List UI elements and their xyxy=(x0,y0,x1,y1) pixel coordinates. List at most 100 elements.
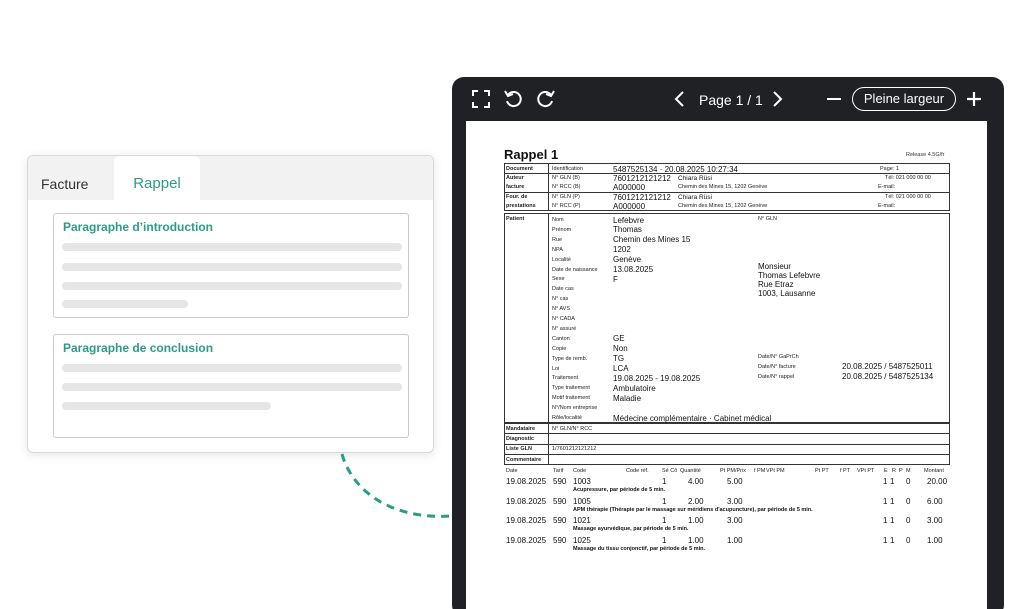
full-width-button[interactable]: Pleine largeur xyxy=(852,87,956,111)
header-label: prestations xyxy=(506,203,536,209)
patient-field-label: NPA xyxy=(552,246,563,253)
zoom-in-icon[interactable] xyxy=(964,89,984,109)
previous-page-icon[interactable] xyxy=(670,89,690,109)
zoom-out-icon[interactable] xyxy=(824,89,844,109)
patient-field-label: Rue xyxy=(552,236,563,243)
placeholder-line xyxy=(62,243,402,251)
patient-field-label: Rôle/localité xyxy=(552,415,582,421)
service-price: 3.00 xyxy=(727,496,743,506)
service-amount: 1.00 xyxy=(927,535,943,545)
service-tarif: 590 xyxy=(553,516,567,525)
patient-field-label: Date cas xyxy=(552,286,574,293)
patient-field-label: N° AVS xyxy=(552,306,570,313)
service-description: APM thérapie (Thérapie par le massage su… xyxy=(573,506,813,513)
service-code: 1003 xyxy=(573,477,591,486)
header-right: E-mail: xyxy=(878,184,896,190)
service-date: 19.08.2025 xyxy=(506,535,547,545)
invoice-editor-card: Facture Rappel Paragraphe d’introduction… xyxy=(27,155,434,453)
service-code: 1005 xyxy=(573,496,591,506)
patient-field-value: GE xyxy=(613,334,625,344)
rotate-left-icon[interactable] xyxy=(503,89,523,109)
service-qty: 4.00 xyxy=(688,477,704,486)
service-se: 1 xyxy=(662,496,667,506)
address-line: Monsieur xyxy=(758,262,791,271)
next-page-icon[interactable] xyxy=(767,89,787,109)
header-field-value: A000000 xyxy=(613,202,646,211)
right-field-value: 20.08.2025 / 5487525011 xyxy=(842,362,933,371)
patient-field-label: Traitement xyxy=(552,375,579,382)
service-qty: 1.00 xyxy=(688,516,704,525)
gln-list-value: 1/7601212121212 xyxy=(552,446,597,452)
service-amount: 3.00 xyxy=(927,516,943,525)
service-code: 1025 xyxy=(573,535,591,545)
tab-rappel[interactable]: Rappel xyxy=(114,156,200,202)
right-field-label: Date/N° rappel xyxy=(758,374,795,380)
dashed-connector xyxy=(340,453,453,518)
diagnostic-label: Diagnostic xyxy=(506,436,535,442)
patient-field-value: Genève xyxy=(613,255,642,265)
header-address: Chemin des Mines 15, 1202 Genève xyxy=(678,184,768,190)
patient-field-value: Chemin des Mines 15 xyxy=(613,235,691,245)
header-right: Page: 1 xyxy=(880,166,899,172)
service-description: Massage ayurvédique, par période de 5 mi… xyxy=(573,526,689,532)
column-header: Pt PT xyxy=(815,468,829,474)
header-label: Auteur xyxy=(506,175,524,181)
tab-facture[interactable]: Facture xyxy=(41,156,88,200)
service-code: 1021 xyxy=(573,516,591,525)
page-indicator: Page 1 / 1 xyxy=(699,92,763,108)
header-field-label: N° GLN (P) xyxy=(552,194,580,200)
patient-field-label: Localité xyxy=(552,256,571,263)
service-tarif: 590 xyxy=(553,477,567,486)
service-r: 1 xyxy=(890,535,895,545)
service-r: 1 xyxy=(890,496,895,506)
service-p: 0 xyxy=(906,477,911,486)
placeholder-line xyxy=(62,263,402,271)
header-right: Tél: 021 000 00 00 xyxy=(885,175,931,181)
intro-paragraph-section[interactable]: Paragraphe d’introduction xyxy=(53,213,409,318)
placeholder-line xyxy=(62,383,402,391)
header-field-value: 7601212121212 xyxy=(613,193,671,202)
fullscreen-icon[interactable] xyxy=(471,89,491,109)
patient-field-label: Sexe xyxy=(552,276,565,283)
rotate-right-icon[interactable] xyxy=(536,89,556,109)
patient-field-label: Motif traitement xyxy=(552,395,590,402)
patient-field-label: Canton xyxy=(552,335,570,342)
service-se: 1 xyxy=(662,477,667,486)
conclusion-paragraph-title: Paragraphe de conclusion xyxy=(63,341,214,355)
column-header: E xyxy=(884,468,888,474)
service-e: 1 xyxy=(883,477,888,486)
intro-paragraph-title: Paragraphe d’introduction xyxy=(63,220,214,234)
header-label: Four. de xyxy=(506,194,528,200)
header-label: Document xyxy=(506,166,533,172)
patient-field-label: Nom xyxy=(552,217,564,223)
editor-tabbar: Facture Rappel xyxy=(28,156,433,202)
placeholder-line xyxy=(62,300,188,308)
service-r: 1 xyxy=(890,477,895,486)
comment-label: Commentaire xyxy=(506,457,542,463)
column-header: Sé Cô xyxy=(662,468,678,474)
column-header: Code xyxy=(573,468,587,474)
service-e: 1 xyxy=(883,496,888,506)
service-amount: 20.00 xyxy=(927,477,948,486)
patient-field-value: F xyxy=(613,274,618,284)
column-header: Montant xyxy=(924,468,944,474)
conclusion-paragraph-section[interactable]: Paragraphe de conclusion xyxy=(53,334,409,438)
column-header: VPt PM xyxy=(766,468,785,474)
patient-field-value: 13.08.2025 xyxy=(613,265,654,274)
column-header: Code réf. xyxy=(626,468,649,474)
header-field-label: N° RCC (B) xyxy=(552,184,581,190)
right-field-value: 20.08.2025 / 5487525134 xyxy=(842,372,934,381)
header-label: facture xyxy=(506,184,525,190)
placeholder-line xyxy=(62,364,402,372)
right-field-label: Date/N° facture xyxy=(758,364,796,370)
address-line: Rue Etraz xyxy=(758,280,794,289)
patient-field-value: TG xyxy=(613,354,625,364)
patient-field-label: N° assuré xyxy=(552,325,577,332)
service-qty: 1.00 xyxy=(688,535,704,545)
document-title: Rappel 1 xyxy=(504,147,559,162)
patient-field-label: Loi xyxy=(552,365,560,372)
header-address: Chemin des Mines 15, 1202 Genève xyxy=(678,203,768,209)
service-tarif: 590 xyxy=(553,496,567,506)
service-p: 0 xyxy=(906,516,911,525)
patient-field-value: Médecine complémentaire · Cabinet médica… xyxy=(613,413,772,423)
